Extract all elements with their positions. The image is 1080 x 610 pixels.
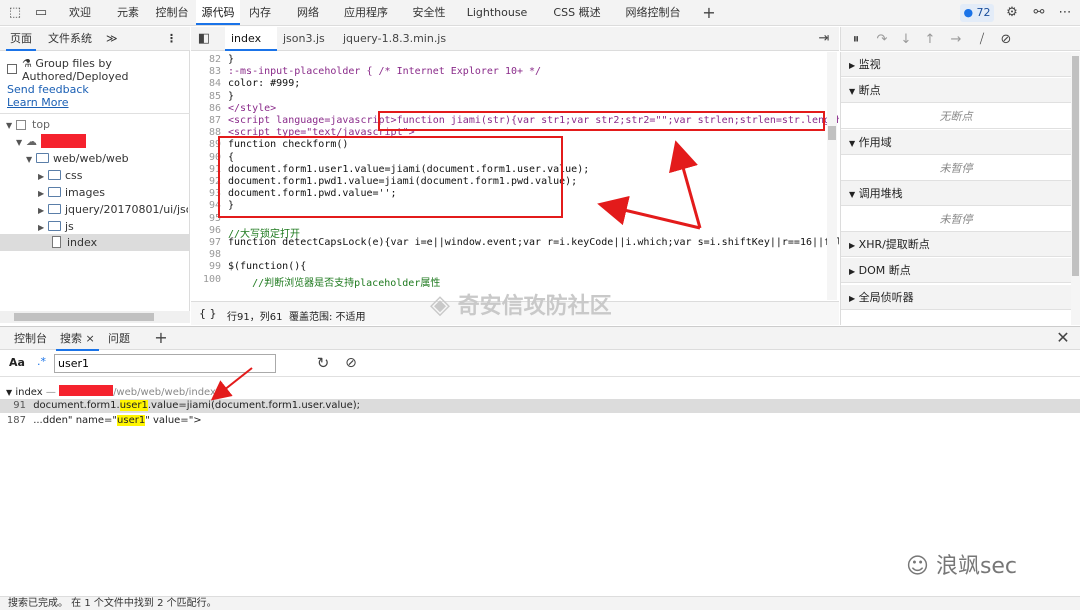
- annotation-arrows: [210, 140, 702, 401]
- arrow-to-checkform: [597, 195, 701, 230]
- arrow-to-result: [210, 367, 253, 401]
- arrow-to-jiami: [669, 140, 702, 229]
